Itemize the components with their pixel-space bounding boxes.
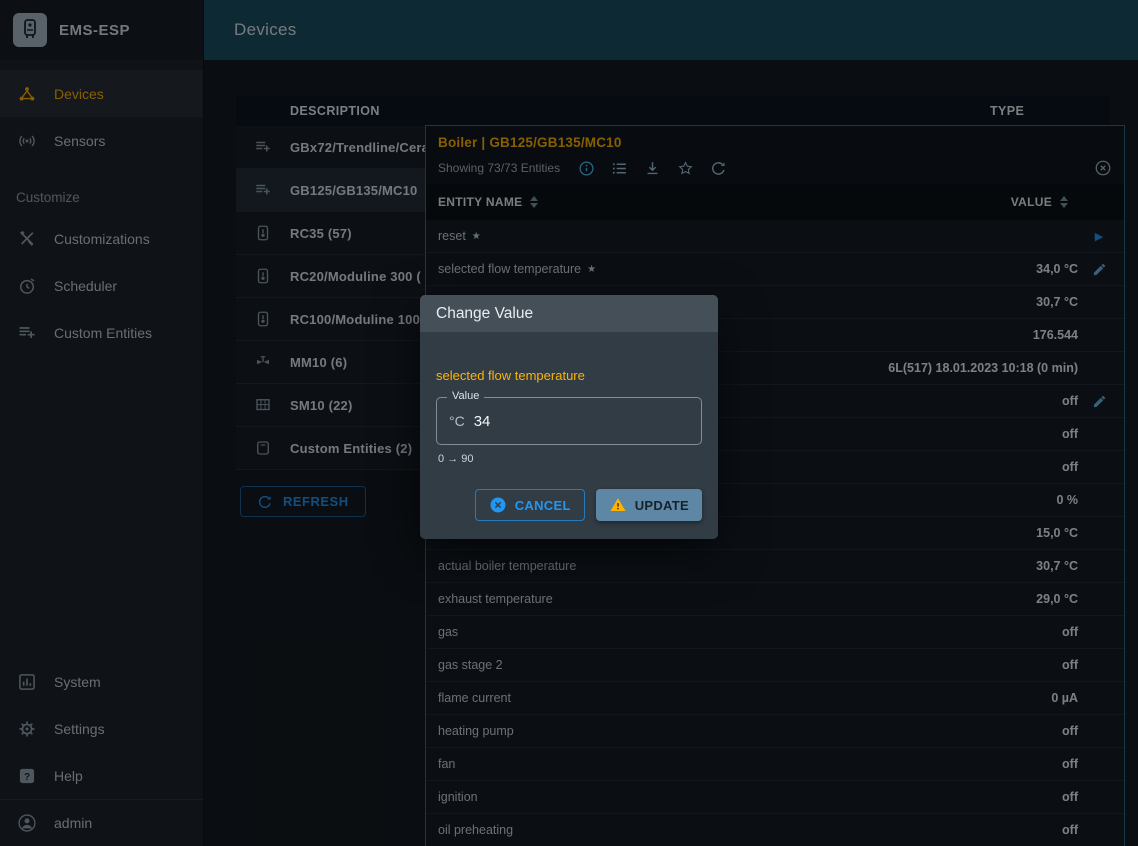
value-input[interactable]: Value °C 34	[436, 397, 702, 445]
warning-icon	[609, 496, 627, 514]
cancel-icon	[489, 496, 507, 514]
change-value-dialog: Change Value selected flow temperature V…	[420, 295, 718, 539]
dialog-title: Change Value	[420, 295, 718, 332]
value-input-label: Value	[447, 390, 484, 402]
value-input-text: 34	[474, 413, 491, 430]
value-unit: °C	[449, 413, 465, 429]
cancel-button[interactable]: CANCEL	[475, 489, 585, 521]
update-label: UPDATE	[635, 498, 689, 513]
cancel-label: CANCEL	[515, 498, 571, 513]
app-root: Devices EMS-ESP Devices Sensors Customiz…	[0, 0, 1138, 846]
dialog-entity-name: selected flow temperature	[436, 368, 702, 383]
update-button[interactable]: UPDATE	[596, 489, 702, 521]
dialog-actions: CANCEL UPDATE	[436, 489, 702, 521]
value-range-hint: 0 → 90	[438, 453, 702, 465]
dialog-body: selected flow temperature Value °C 34 0 …	[420, 332, 718, 539]
